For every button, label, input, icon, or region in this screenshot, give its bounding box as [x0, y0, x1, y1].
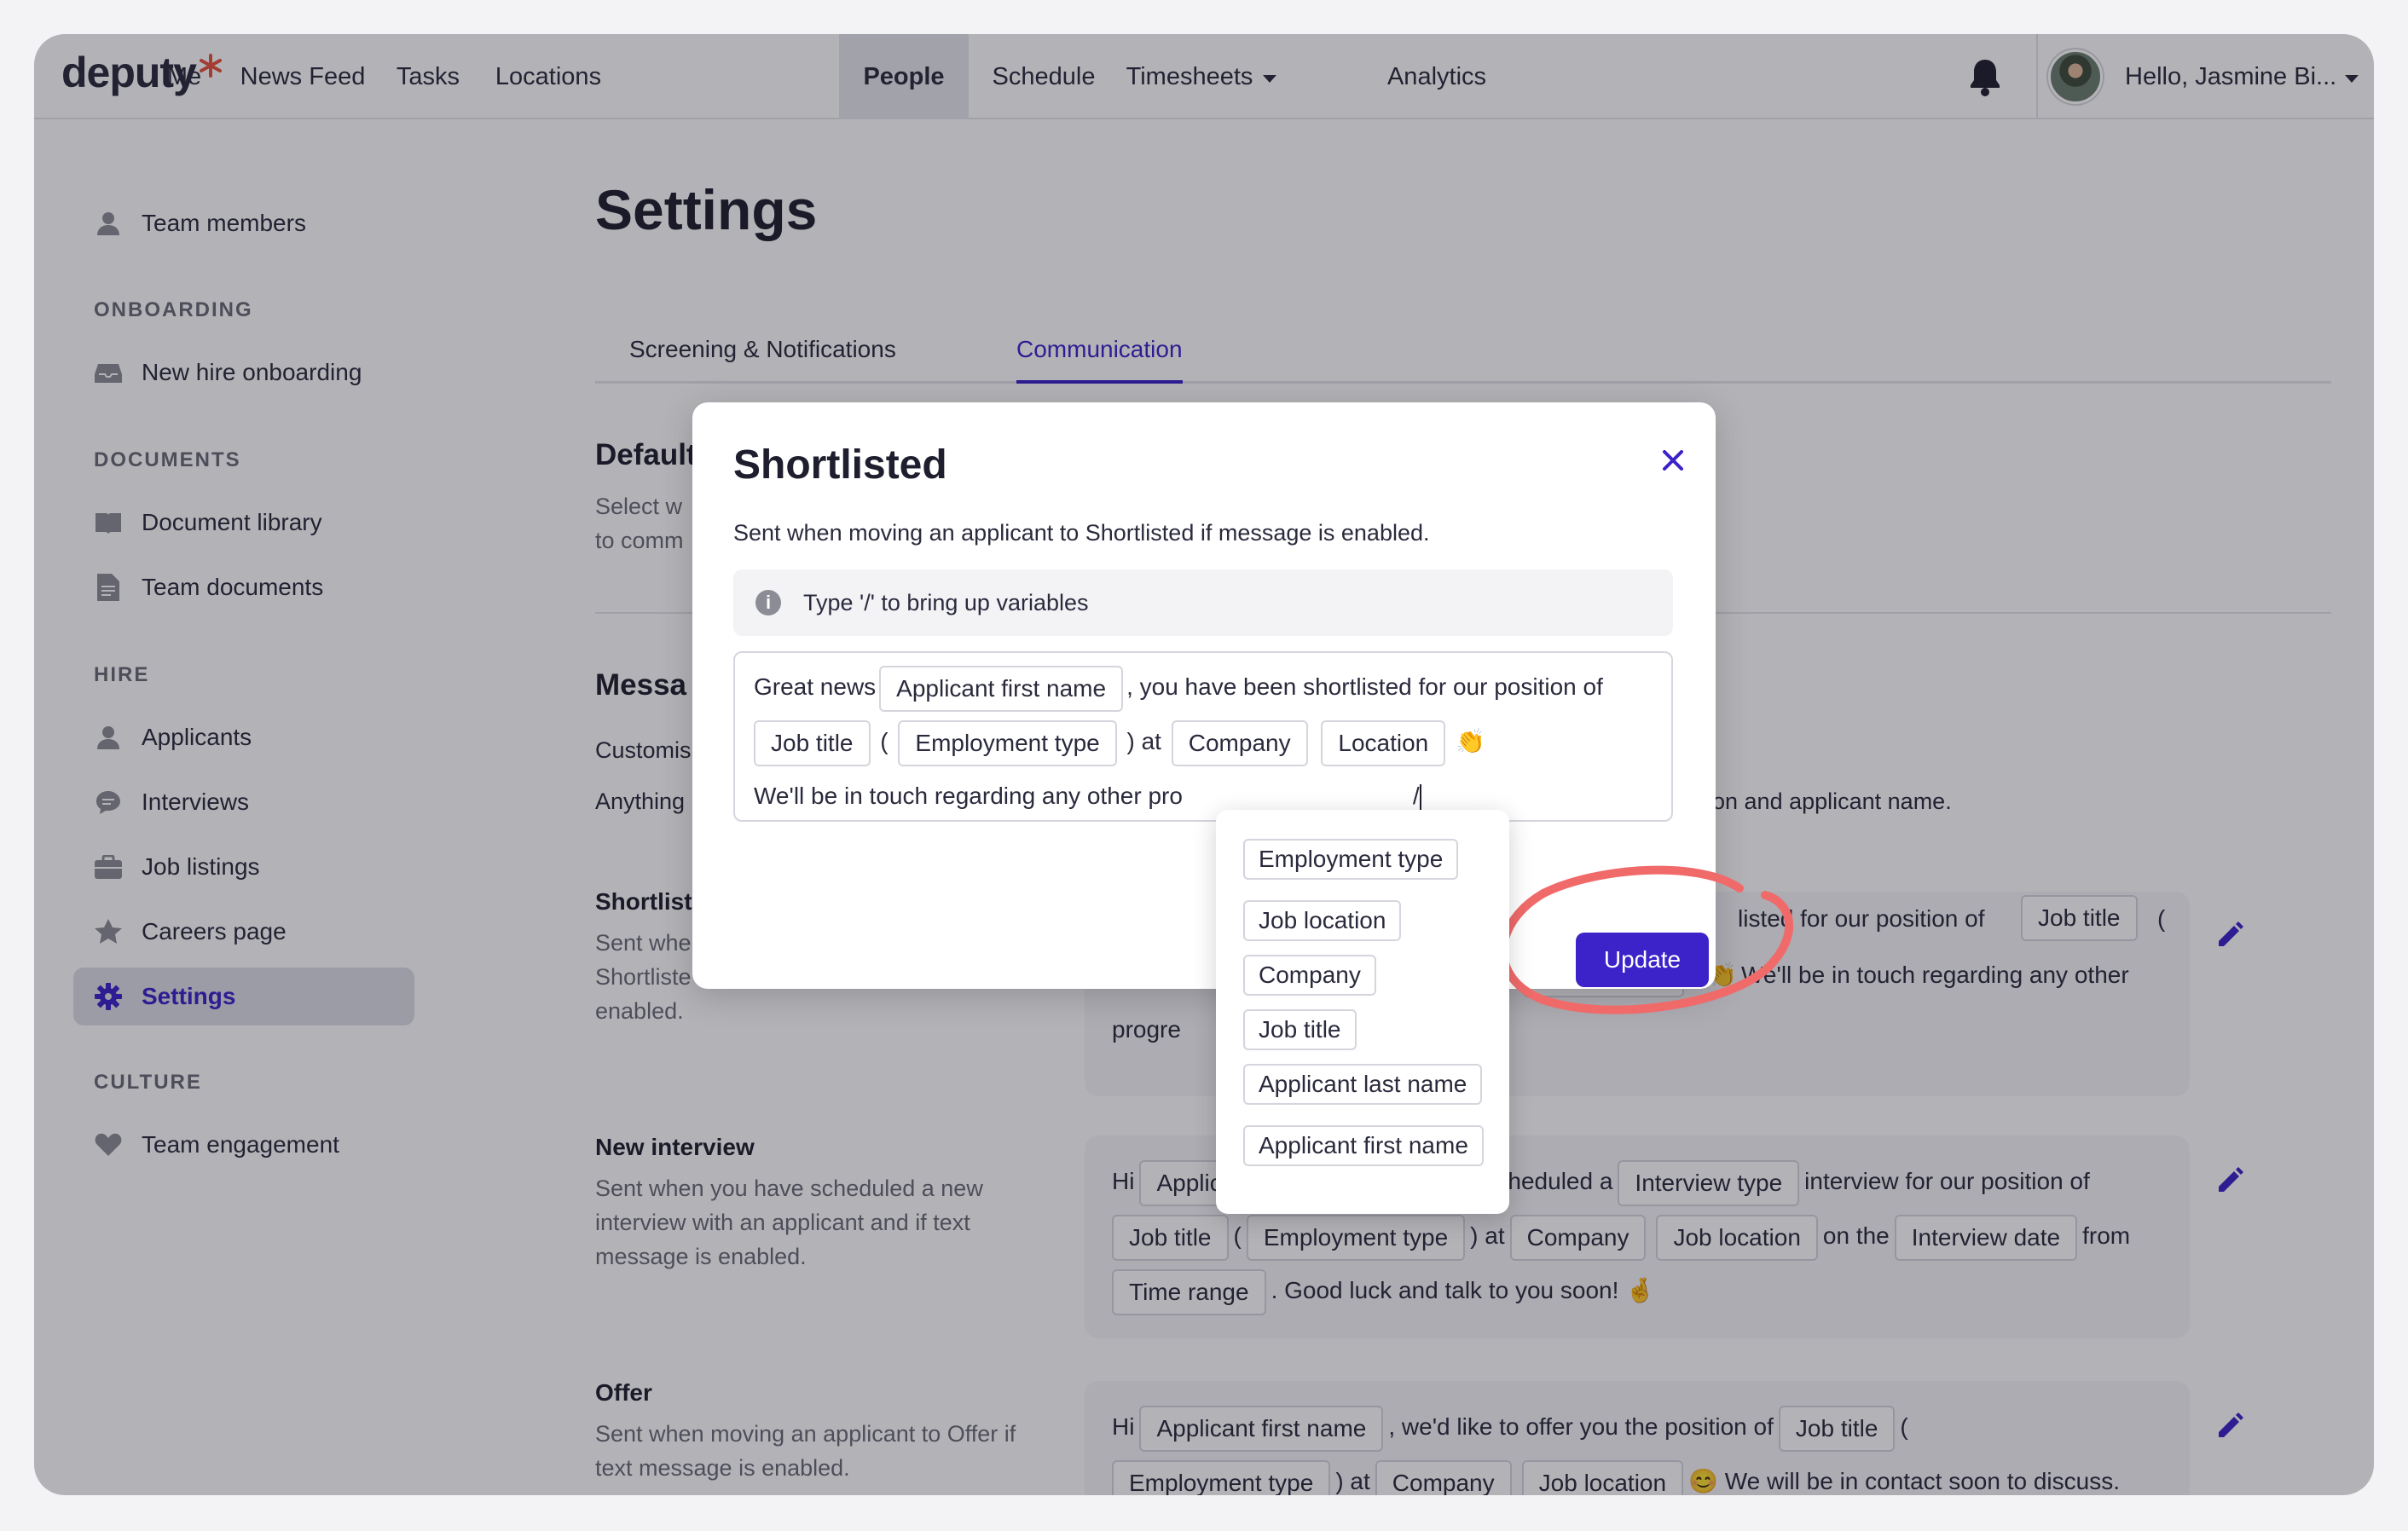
- editor-text: Great news: [754, 673, 877, 700]
- editor-text: (: [880, 728, 889, 754]
- dropdown-item-company[interactable]: Company: [1243, 955, 1376, 996]
- editor-emoji: 👏: [1456, 728, 1485, 754]
- variable-chip[interactable]: Location: [1321, 719, 1446, 766]
- editor-text: ) at: [1126, 728, 1161, 754]
- editor-text: , you have been shortlisted for our posi…: [1126, 673, 1603, 700]
- app-window: deputy Me News Feed Tasks Locations Peop…: [34, 34, 2374, 1495]
- variables-dropdown: Employment type Job location Company Job…: [1216, 810, 1509, 1214]
- variable-chip[interactable]: Applicant first name: [879, 665, 1124, 712]
- highlight-annotation: [1499, 865, 1793, 1014]
- dropdown-item-job-location[interactable]: Job location: [1243, 900, 1402, 941]
- variables-hint: i Type '/' to bring up variables: [733, 569, 1673, 636]
- dropdown-item-employment-type[interactable]: Employment type: [1243, 839, 1459, 880]
- text-cursor: [1419, 783, 1421, 812]
- variable-chip[interactable]: Employment type: [898, 719, 1117, 766]
- info-icon: i: [755, 590, 781, 615]
- dropdown-item-applicant-first-name[interactable]: Applicant first name: [1243, 1125, 1484, 1166]
- editor-text: We'll be in touch regarding any other pr…: [754, 783, 1183, 809]
- hint-text: Type '/' to bring up variables: [803, 589, 1089, 615]
- close-icon[interactable]: [1656, 443, 1690, 477]
- variable-chip[interactable]: Company: [1171, 719, 1308, 766]
- modal-subtitle: Sent when moving an applicant to Shortli…: [733, 520, 1430, 546]
- modal-title: Shortlisted: [733, 442, 947, 488]
- variable-chip[interactable]: Job title: [754, 719, 871, 766]
- message-editor[interactable]: Great news Applicant first name, you have…: [733, 651, 1673, 822]
- dropdown-item-applicant-last-name[interactable]: Applicant last name: [1243, 1064, 1483, 1105]
- dropdown-item-job-title[interactable]: Job title: [1243, 1009, 1357, 1050]
